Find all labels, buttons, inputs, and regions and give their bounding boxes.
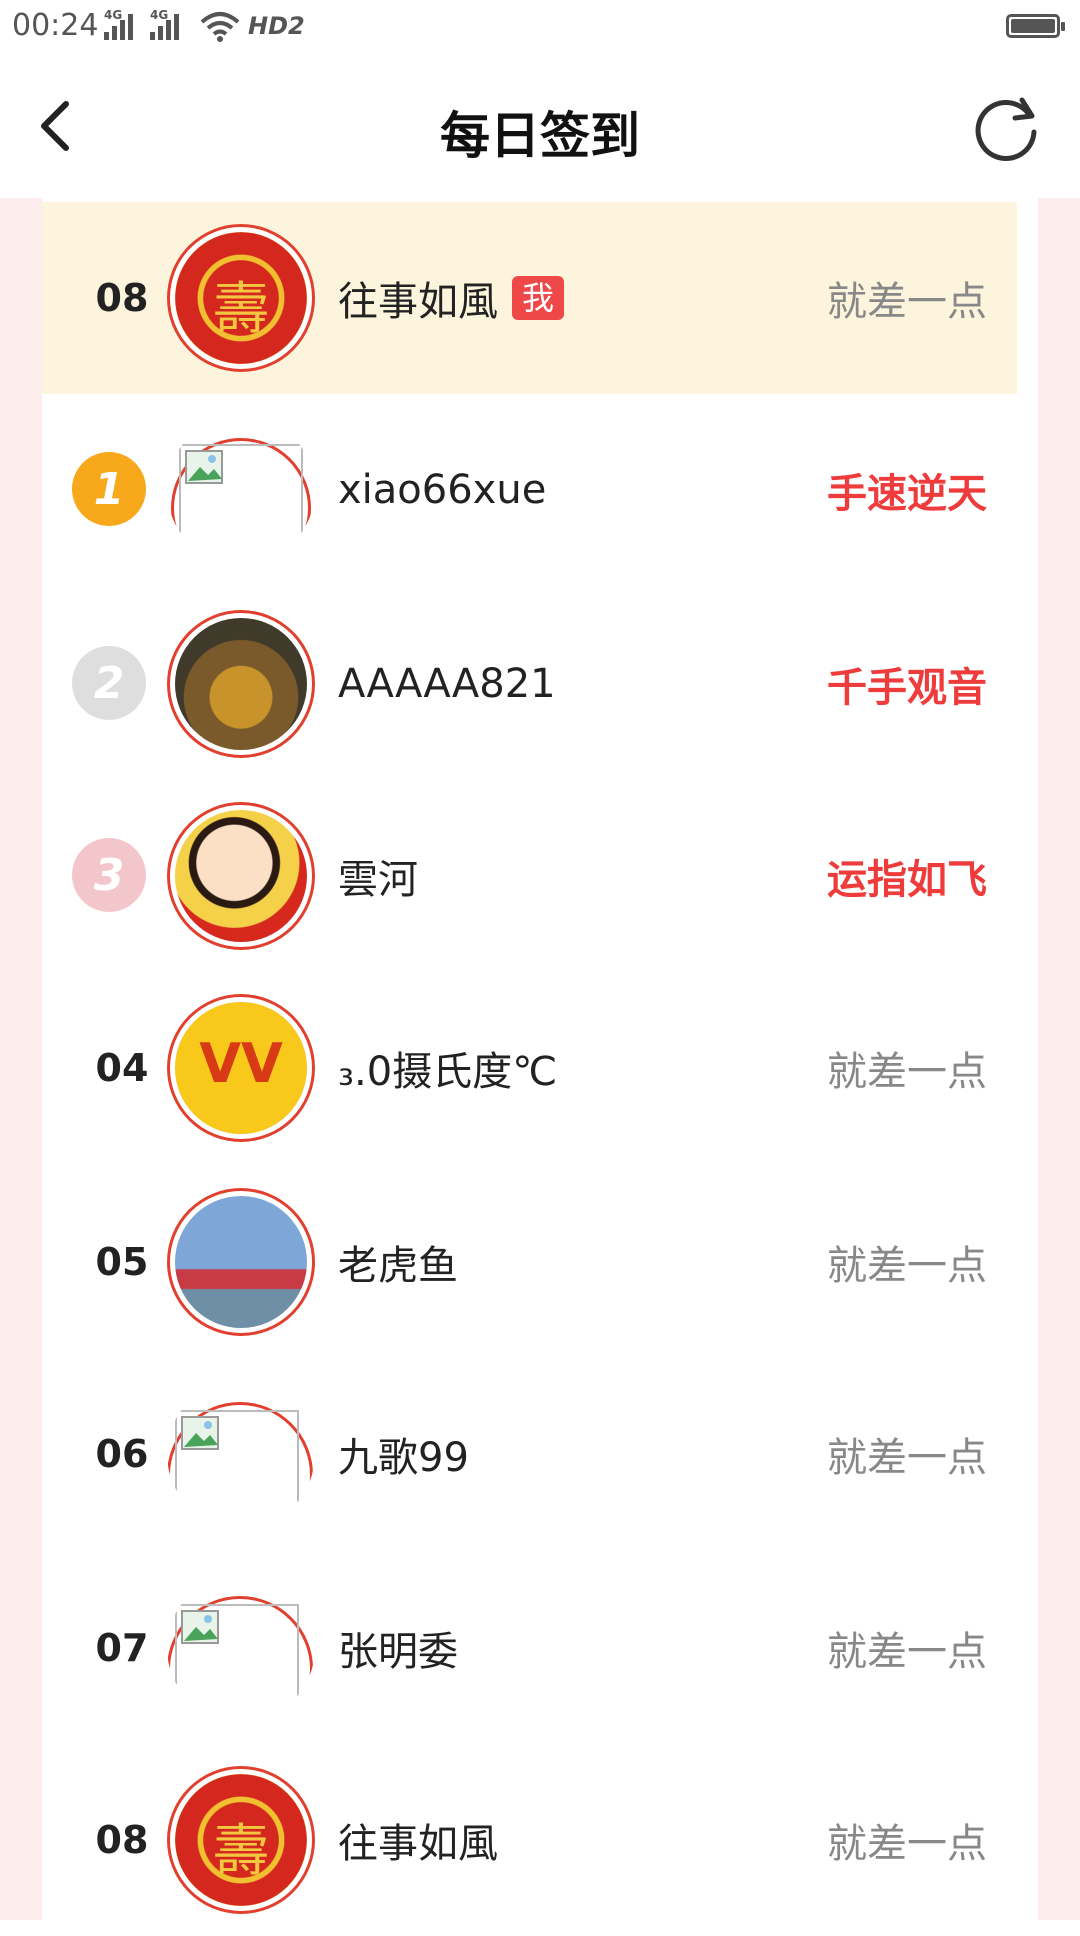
bronze-medal-icon: 3 xyxy=(72,838,146,912)
me-badge: 我 xyxy=(512,276,565,320)
header: 每日签到 xyxy=(0,56,1080,198)
broken-image-icon xyxy=(175,1410,299,1528)
signal-icon: 4G xyxy=(104,8,133,40)
list-item[interactable]: 07 张明委 就差一点 xyxy=(42,1552,1017,1744)
list-item[interactable]: 05 老虎鱼 就差一点 xyxy=(42,1166,1017,1358)
rank-number: 08 xyxy=(95,276,149,320)
rank-number: 08 xyxy=(95,1818,149,1862)
status-text: 就差一点 xyxy=(827,279,987,325)
battery-icon xyxy=(1006,14,1065,38)
rank-number: 06 xyxy=(95,1432,149,1476)
avatar[interactable] xyxy=(167,1380,315,1528)
wifi-icon xyxy=(200,12,240,42)
avatar[interactable]: 壽 xyxy=(167,1766,315,1914)
user-name: 往事如風 xyxy=(338,1821,498,1867)
user-name: xiao66xue xyxy=(338,467,547,513)
avatar[interactable] xyxy=(167,1188,315,1336)
network-type-label: 4G xyxy=(104,8,123,22)
list-item[interactable]: 08 壽 往事如風 就差一点 xyxy=(42,1744,1017,1936)
list-item[interactable]: 04 VV ₃.0摄氏度℃ 就差一点 xyxy=(42,972,1017,1164)
silver-medal-icon: 2 xyxy=(72,646,146,720)
page-title: 每日签到 xyxy=(440,107,640,165)
gold-medal-icon: 1 xyxy=(72,452,146,526)
status-text: 就差一点 xyxy=(827,1435,987,1481)
status-text: 就差一点 xyxy=(827,1243,987,1289)
rank-number: 05 xyxy=(95,1240,149,1284)
rank-number: 04 xyxy=(95,1046,149,1090)
user-name: 老虎鱼 xyxy=(338,1243,458,1289)
user-name: 张明委 xyxy=(338,1629,458,1675)
avatar[interactable]: VV xyxy=(167,994,315,1142)
refresh-icon[interactable] xyxy=(970,92,1044,166)
status-text: 千手观音 xyxy=(827,665,987,711)
status-text: 就差一点 xyxy=(827,1049,987,1095)
list-item[interactable]: 3 雲河 运指如飞 xyxy=(42,780,1017,972)
status-text: 就差一点 xyxy=(827,1629,987,1675)
signal-icon: 4G xyxy=(150,8,179,40)
avatar[interactable]: 壽 xyxy=(167,224,315,372)
user-name: 九歌99 xyxy=(338,1435,469,1481)
status-bar: 00:24 4G 4G HD2 xyxy=(0,0,1080,56)
avatar[interactable] xyxy=(167,1574,315,1722)
user-name: 雲河 xyxy=(338,857,418,903)
my-rank-row[interactable]: 08 壽 往事如風 我 就差一点 xyxy=(42,202,1017,394)
status-text: 运指如飞 xyxy=(827,857,987,903)
status-text: 就差一点 xyxy=(827,1821,987,1867)
avatar[interactable] xyxy=(167,802,315,950)
user-name: AAAAA821 xyxy=(338,661,556,707)
broken-image-icon xyxy=(175,1604,299,1722)
user-name: ₃.0摄氏度℃ xyxy=(338,1049,558,1095)
list-item[interactable]: 06 九歌99 就差一点 xyxy=(42,1358,1017,1550)
avatar[interactable] xyxy=(167,416,315,564)
status-time: 00:24 xyxy=(12,8,99,43)
status-text: 手速逆天 xyxy=(827,471,987,517)
list-item[interactable]: 1 xiao66xue 手速逆天 xyxy=(42,394,1017,586)
broken-image-icon xyxy=(179,444,303,564)
checkin-ranking-list: 08 壽 往事如風 我 就差一点 1 xiao66xue 手速逆天 2 AAAA… xyxy=(42,198,1038,1920)
user-name: 往事如風 我 xyxy=(338,202,565,394)
rank-number: 07 xyxy=(95,1626,149,1670)
list-item[interactable]: 2 AAAAA821 千手观音 xyxy=(42,588,1017,780)
hd-icon: HD2 xyxy=(248,12,305,40)
network-type-label: 4G xyxy=(150,8,169,22)
avatar[interactable] xyxy=(167,610,315,758)
